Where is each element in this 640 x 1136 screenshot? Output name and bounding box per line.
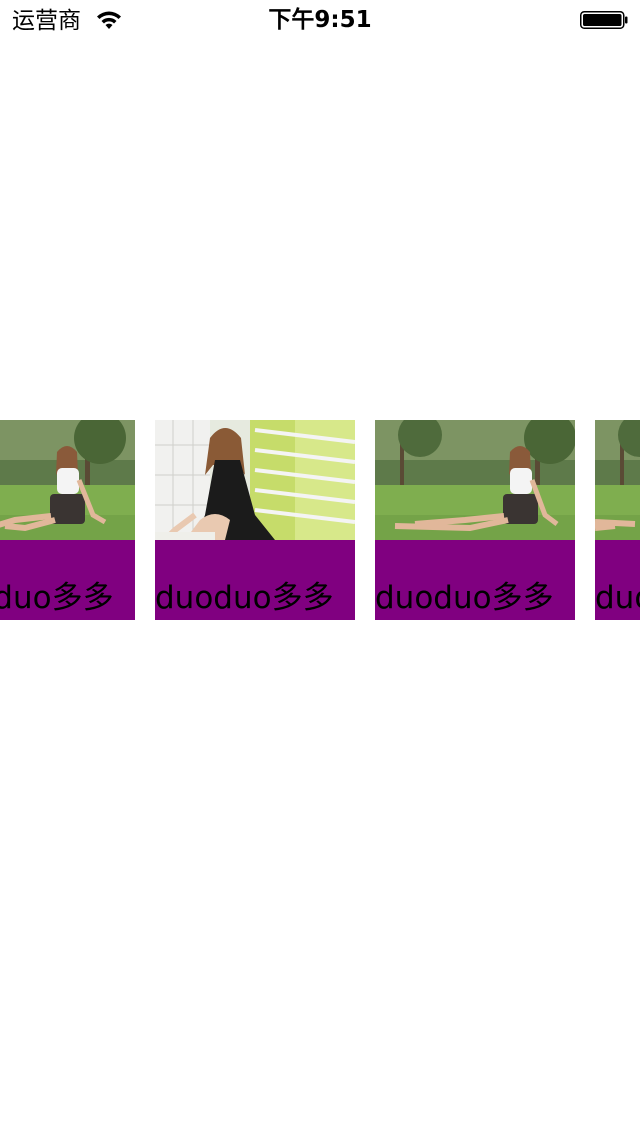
carousel-card[interactable]: duoduo多多: [155, 420, 355, 620]
battery-icon: [580, 11, 628, 29]
card-photo: [155, 420, 355, 540]
caption-bar: duoduo多多: [375, 540, 575, 620]
card-caption: duoduo多多: [595, 580, 640, 616]
carousel-card[interactable]: duoduo多多: [0, 420, 135, 620]
image-carousel[interactable]: duoduo多多: [0, 420, 640, 620]
status-time: 下午9:51: [268, 7, 372, 33]
card-photo: [375, 420, 575, 540]
card-caption: duoduo多多: [155, 580, 334, 616]
card-caption: duoduo多多: [375, 580, 554, 616]
carousel-card[interactable]: duoduo多多: [375, 420, 575, 620]
card-photo: [595, 420, 640, 540]
carousel-card[interactable]: duoduo多多: [595, 420, 640, 620]
card-caption: duoduo多多: [0, 580, 114, 616]
card-photo: [0, 420, 135, 540]
caption-bar: duoduo多多: [0, 540, 135, 620]
carousel-track[interactable]: duoduo多多: [0, 420, 640, 620]
caption-bar: duoduo多多: [595, 540, 640, 620]
caption-bar: duoduo多多: [155, 540, 355, 620]
status-bar: 运营商 下午9:51: [0, 0, 640, 40]
